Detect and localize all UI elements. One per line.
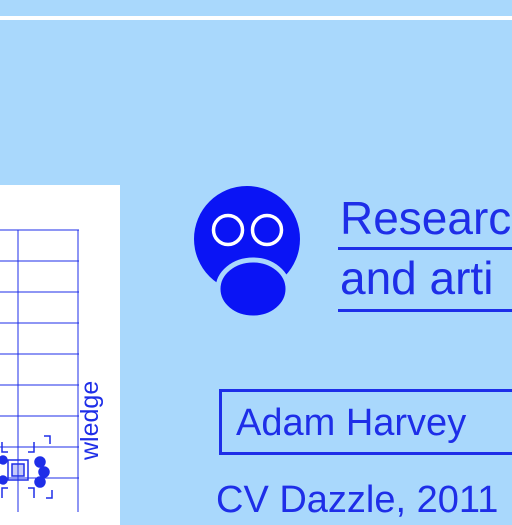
top-divider xyxy=(0,16,512,20)
circuit-chip-icon xyxy=(0,435,53,499)
heading-underline-2 xyxy=(338,309,512,312)
heading-underline-1 xyxy=(338,247,512,250)
heading-line-2: and arti xyxy=(340,252,494,304)
gas-mask-icon xyxy=(194,186,300,320)
author-tag[interactable]: Adam Harvey xyxy=(219,389,512,455)
author-name: Adam Harvey xyxy=(236,402,467,444)
work-title: CV Dazzle, 2011 xyxy=(216,479,499,521)
heading-line-1: Researc xyxy=(340,192,512,244)
side-card-rotated-text: wledge xyxy=(76,380,104,460)
grid-illustration xyxy=(0,229,79,512)
